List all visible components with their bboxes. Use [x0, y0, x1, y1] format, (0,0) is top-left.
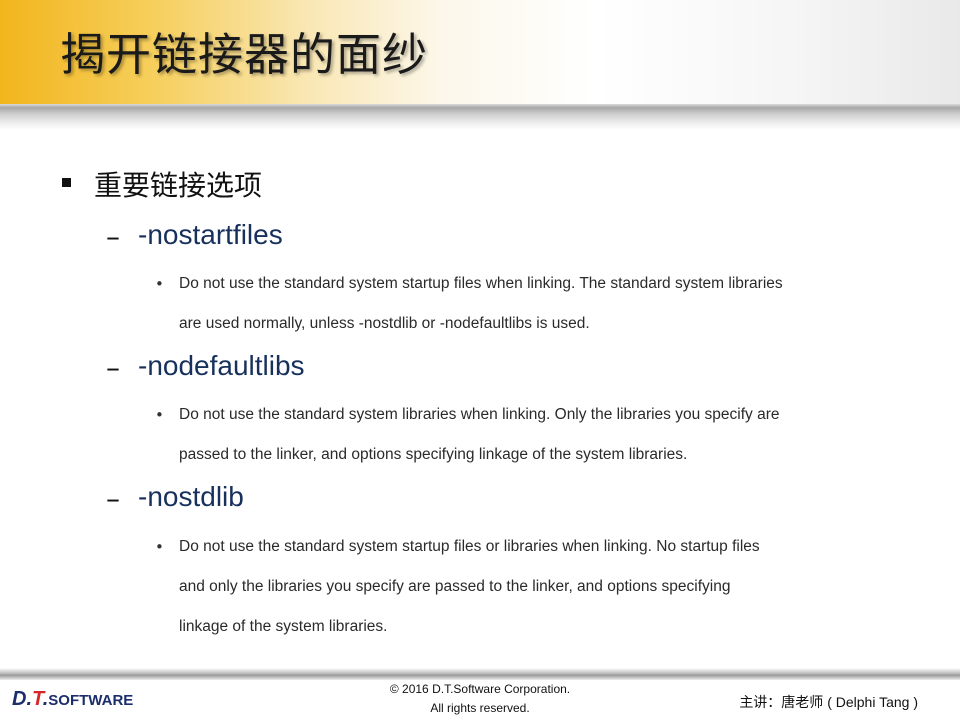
- title-divider: [0, 104, 960, 130]
- slide-title: 揭开链接器的面纱: [60, 28, 429, 81]
- option-description: Do not use the standard system libraries…: [179, 395, 919, 475]
- description-line: linkage of the system libraries.: [179, 618, 388, 635]
- square-bullet-icon: [62, 178, 71, 187]
- dash-bullet-icon: –: [106, 220, 120, 253]
- description-line: Do not use the standard system startup f…: [179, 538, 760, 555]
- description-line: passed to the linker, and options specif…: [179, 446, 688, 463]
- option-description: Do not use the standard system startup f…: [179, 527, 919, 647]
- dash-bullet-icon: –: [106, 351, 120, 384]
- lecturer-label: 主讲：唐老师 ( Delphi Tang ): [739, 694, 918, 710]
- dash-bullet-icon: –: [106, 482, 120, 515]
- option-name: -nostdlib: [138, 481, 244, 512]
- option-name: -nostartfiles: [138, 219, 283, 250]
- description-line: Do not use the standard system libraries…: [179, 406, 780, 423]
- bullet-heading: 重要链接选项: [94, 169, 263, 202]
- dot-bullet-icon: •: [155, 406, 164, 424]
- description-line: are used normally, unless -nostdlib or -…: [179, 315, 590, 332]
- description-line: Do not use the standard system startup f…: [179, 275, 783, 292]
- description-line: and only the libraries you specify are p…: [179, 578, 731, 595]
- dot-bullet-icon: •: [155, 275, 164, 293]
- option-name: -nodefaultlibs: [138, 350, 305, 381]
- footer-divider: [0, 668, 960, 680]
- option-description: Do not use the standard system startup f…: [179, 264, 919, 344]
- dot-bullet-icon: •: [155, 538, 164, 556]
